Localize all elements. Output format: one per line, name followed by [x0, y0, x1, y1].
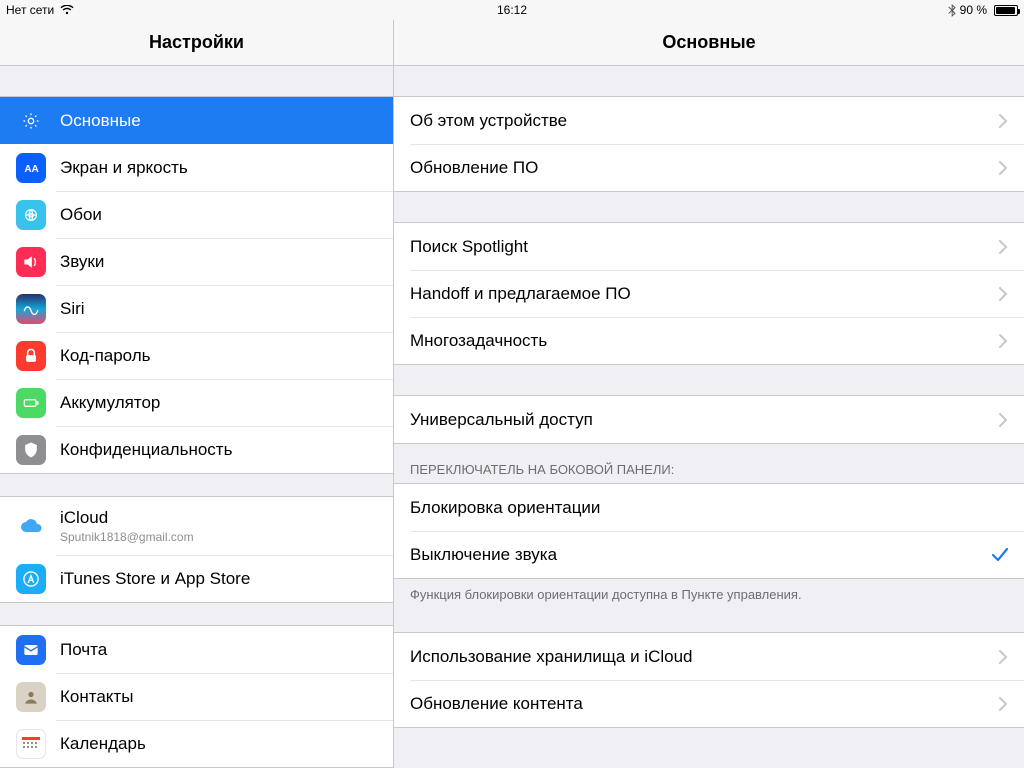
- wallpaper-icon: [16, 200, 46, 230]
- row-background-refresh[interactable]: Обновление контента: [394, 680, 1024, 727]
- row-lock-rotation[interactable]: Блокировка ориентации: [394, 484, 1024, 531]
- row-label: Использование хранилища и iCloud: [410, 647, 991, 667]
- row-accessibility[interactable]: Универсальный доступ: [394, 396, 1024, 443]
- siri-icon: [16, 294, 46, 324]
- battery-setting-icon: [16, 388, 46, 418]
- chevron-right-icon: [999, 697, 1008, 711]
- chevron-right-icon: [999, 413, 1008, 427]
- mail-icon: [16, 635, 46, 665]
- row-label: Поиск Spotlight: [410, 237, 991, 257]
- row-handoff[interactable]: Handoff и предлагаемое ПО: [394, 270, 1024, 317]
- row-mute[interactable]: Выключение звука: [394, 531, 1024, 578]
- sidebar-item-contacts[interactable]: Контакты: [0, 673, 393, 720]
- sidebar-item-passcode[interactable]: Код-пароль: [0, 332, 393, 379]
- sidebar-item-label: iTunes Store и App Store: [60, 569, 377, 589]
- clock: 16:12: [0, 3, 1024, 17]
- sidebar-item-label: Контакты: [60, 687, 377, 707]
- sidebar-item-label: Почта: [60, 640, 377, 660]
- sidebar-item-label: Конфиденциальность: [60, 440, 377, 460]
- settings-sidebar: Настройки Основные AA Экран и яркость: [0, 20, 394, 768]
- sidebar-item-privacy[interactable]: Конфиденциальность: [0, 426, 393, 473]
- side-switch-footer: Функция блокировки ориентации доступна в…: [394, 579, 1024, 602]
- row-about[interactable]: Об этом устройстве: [394, 97, 1024, 144]
- row-label: Многозадачность: [410, 331, 991, 351]
- chevron-right-icon: [999, 161, 1008, 175]
- chevron-right-icon: [999, 334, 1008, 348]
- row-label: Блокировка ориентации: [410, 498, 1008, 518]
- sidebar-item-calendar[interactable]: Календарь: [0, 720, 393, 767]
- row-spotlight[interactable]: Поиск Spotlight: [394, 223, 1024, 270]
- privacy-icon: [16, 435, 46, 465]
- sounds-icon: [16, 247, 46, 277]
- gear-icon: [16, 106, 46, 136]
- sidebar-item-battery[interactable]: Аккумулятор: [0, 379, 393, 426]
- detail-title: Основные: [394, 20, 1024, 66]
- sidebar-item-itunes-appstore[interactable]: iTunes Store и App Store: [0, 555, 393, 602]
- sidebar-item-label: Обои: [60, 205, 377, 225]
- calendar-icon: [16, 729, 46, 759]
- side-switch-header: ПЕРЕКЛЮЧАТЕЛЬ НА БОКОВОЙ ПАНЕЛИ:: [394, 444, 1024, 483]
- icloud-account-label: Sputnik1818@gmail.com: [60, 530, 194, 544]
- row-label: Выключение звука: [410, 545, 992, 565]
- sidebar-item-icloud[interactable]: iCloud Sputnik1818@gmail.com: [0, 497, 393, 555]
- sidebar-item-label: Экран и яркость: [60, 158, 377, 178]
- sidebar-item-label: iCloud: [60, 508, 194, 528]
- sidebar-item-label: Siri: [60, 299, 377, 319]
- row-label: Handoff и предлагаемое ПО: [410, 284, 991, 304]
- chevron-right-icon: [999, 650, 1008, 664]
- lock-icon: [16, 341, 46, 371]
- sidebar-item-label: Основные: [60, 111, 377, 131]
- battery-percent: 90 %: [960, 3, 987, 17]
- chevron-right-icon: [999, 114, 1008, 128]
- battery-icon: [991, 5, 1018, 16]
- cloud-icon: [16, 511, 46, 541]
- row-multitasking[interactable]: Многозадачность: [394, 317, 1024, 364]
- appstore-icon: [16, 564, 46, 594]
- sidebar-item-label: Календарь: [60, 734, 377, 754]
- svg-text:AA: AA: [24, 164, 38, 175]
- contacts-icon: [16, 682, 46, 712]
- chevron-right-icon: [999, 287, 1008, 301]
- status-bar: Нет сети 16:12 90 %: [0, 0, 1024, 20]
- sidebar-item-general[interactable]: Основные: [0, 97, 393, 144]
- sidebar-item-label: Аккумулятор: [60, 393, 377, 413]
- sidebar-item-label: Звуки: [60, 252, 377, 272]
- general-detail-pane: Основные Об этом устройстве Обновление П…: [394, 20, 1024, 768]
- row-label: Об этом устройстве: [410, 111, 991, 131]
- checkmark-icon: [992, 548, 1008, 562]
- wifi-icon: [60, 5, 74, 15]
- sidebar-item-label: Код-пароль: [60, 346, 377, 366]
- sidebar-item-sounds[interactable]: Звуки: [0, 238, 393, 285]
- sidebar-title: Настройки: [0, 20, 393, 66]
- row-label: Универсальный доступ: [410, 410, 991, 430]
- chevron-right-icon: [999, 240, 1008, 254]
- sidebar-item-siri[interactable]: Siri: [0, 285, 393, 332]
- display-icon: AA: [16, 153, 46, 183]
- row-label: Обновление ПО: [410, 158, 991, 178]
- sidebar-item-mail[interactable]: Почта: [0, 626, 393, 673]
- carrier-text: Нет сети: [6, 3, 54, 17]
- row-storage-icloud[interactable]: Использование хранилища и iCloud: [394, 633, 1024, 680]
- bluetooth-icon: [948, 4, 956, 17]
- row-software-update[interactable]: Обновление ПО: [394, 144, 1024, 191]
- sidebar-item-wallpaper[interactable]: Обои: [0, 191, 393, 238]
- sidebar-item-display[interactable]: AA Экран и яркость: [0, 144, 393, 191]
- row-label: Обновление контента: [410, 694, 991, 714]
